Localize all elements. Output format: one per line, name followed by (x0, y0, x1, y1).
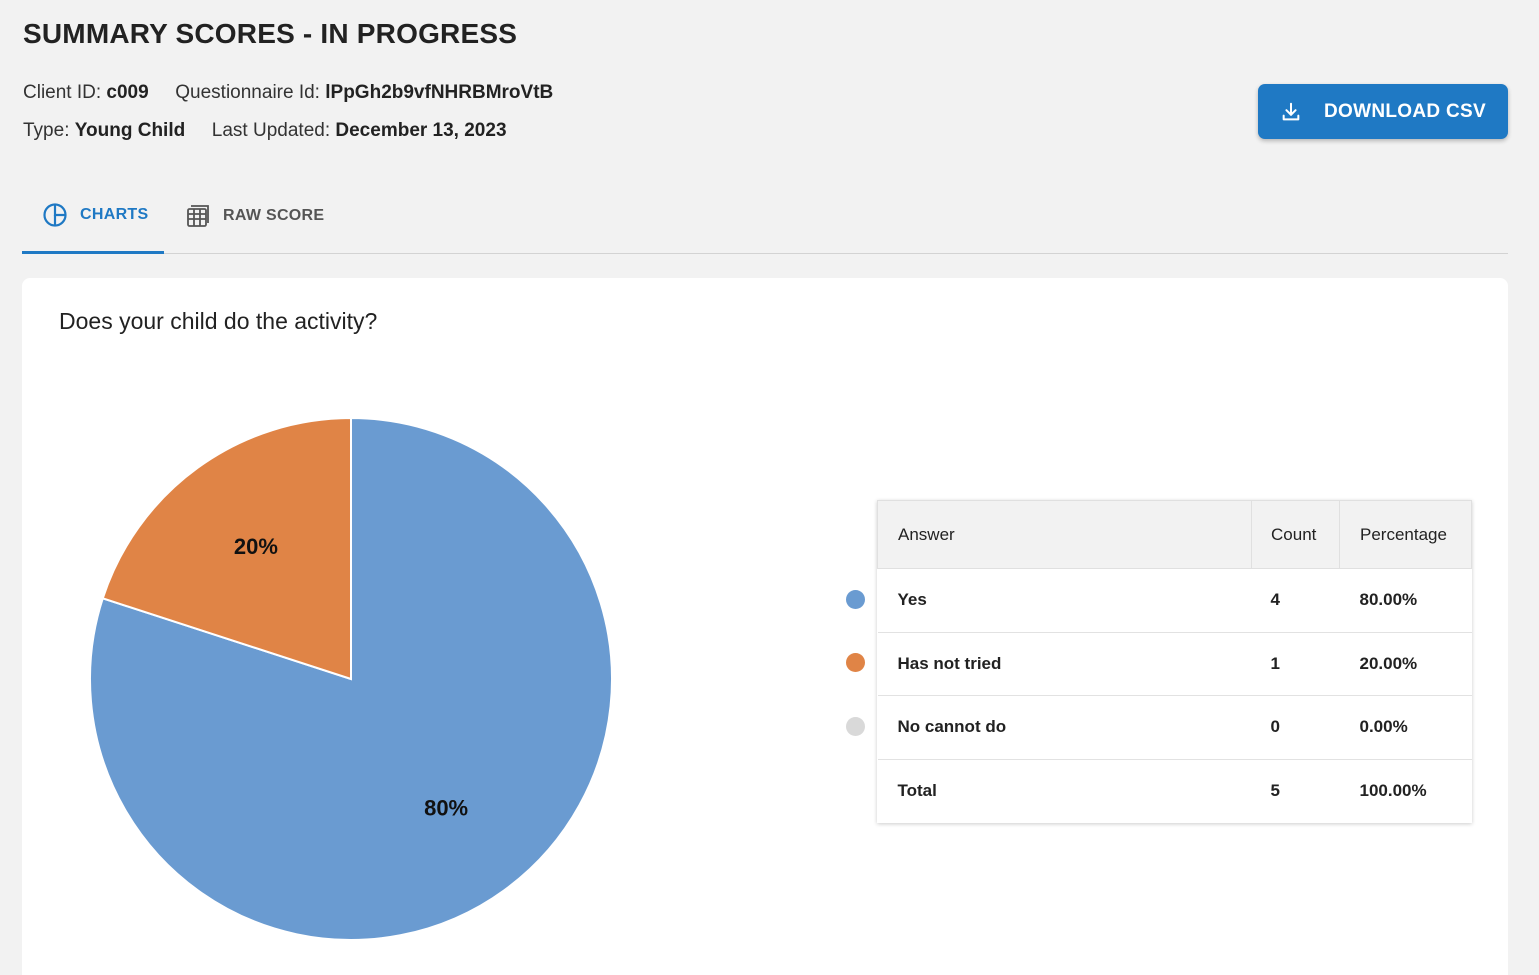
tab-bar: CHARTS RAW SCORE (22, 178, 1508, 254)
table-icon (185, 203, 211, 229)
download-csv-button[interactable]: DOWNLOAD CSV (1258, 84, 1508, 139)
cell-answer: Has not tried (877, 631, 1252, 696)
download-csv-label: DOWNLOAD CSV (1324, 100, 1486, 122)
tab-charts[interactable]: CHARTS (22, 178, 164, 254)
page-title: SUMMARY SCORES - IN PROGRESS (23, 18, 518, 49)
type-label: Type: (23, 120, 70, 141)
table-row: No cannot do 0 0.00% (877, 695, 1472, 759)
download-icon (1280, 101, 1302, 123)
last-updated-label: Last Updated: (211, 120, 331, 141)
cell-percentage: 80.00% (1339, 568, 1472, 632)
pie-label-has-not-tried: 20% (234, 534, 278, 559)
table-row: Yes 4 80.00% (877, 568, 1472, 632)
table-total-row: Total 5 100.00% (877, 758, 1472, 823)
client-id-label: Client ID: (23, 82, 102, 103)
question-title: Does your child do the activity? (59, 308, 378, 334)
cell-count: 0 (1251, 695, 1340, 759)
tab-raw-score-label: RAW SCORE (223, 207, 325, 224)
cell-count: 1 (1251, 631, 1340, 696)
table-header-row: Answer Count Percentage (876, 500, 1472, 569)
type-value: Young Child (74, 120, 186, 141)
chart-card: Does your child do the activity? 80% 20% … (22, 278, 1508, 975)
header-percentage: Percentage (1339, 500, 1472, 569)
cell-answer: Yes (877, 568, 1252, 632)
meta-line-ids: Client ID: c009 Questionnaire Id: lPpGh2… (23, 82, 553, 104)
header-answer: Answer (876, 500, 1253, 569)
client-id-value: c009 (106, 82, 149, 103)
score-table: Answer Count Percentage Yes 4 80.00% Has… (876, 500, 1472, 823)
total-percentage: 100.00% (1339, 758, 1472, 823)
pie-chart: 80% 20% (88, 416, 614, 942)
cell-percentage: 20.00% (1339, 631, 1472, 696)
legend-dot-no-cannot-do (846, 717, 865, 736)
pie-chart-svg: 80% 20% (89, 416, 613, 941)
header-count: Count (1251, 500, 1340, 569)
legend-dot-has-not-tried (846, 653, 865, 672)
meta-line-type: Type: Young Child Last Updated: December… (23, 120, 507, 142)
questionnaire-id-label: Questionnaire Id: (175, 82, 320, 103)
last-updated-value: December 13, 2023 (335, 120, 507, 141)
pie-label-yes: 80% (424, 796, 468, 821)
total-answer: Total (877, 758, 1252, 823)
tab-charts-label: CHARTS (80, 205, 149, 223)
legend-dot-yes (846, 590, 865, 609)
cell-answer: No cannot do (877, 695, 1252, 759)
questionnaire-id-value: lPpGh2b9vfNHRBMroVtB (325, 82, 554, 103)
pie-chart-icon (42, 202, 68, 228)
total-count: 5 (1251, 758, 1340, 823)
tab-raw-score[interactable]: RAW SCORE (185, 178, 324, 254)
cell-percentage: 0.00% (1339, 695, 1472, 759)
cell-count: 4 (1251, 568, 1340, 632)
table-row: Has not tried 1 20.00% (877, 631, 1472, 696)
